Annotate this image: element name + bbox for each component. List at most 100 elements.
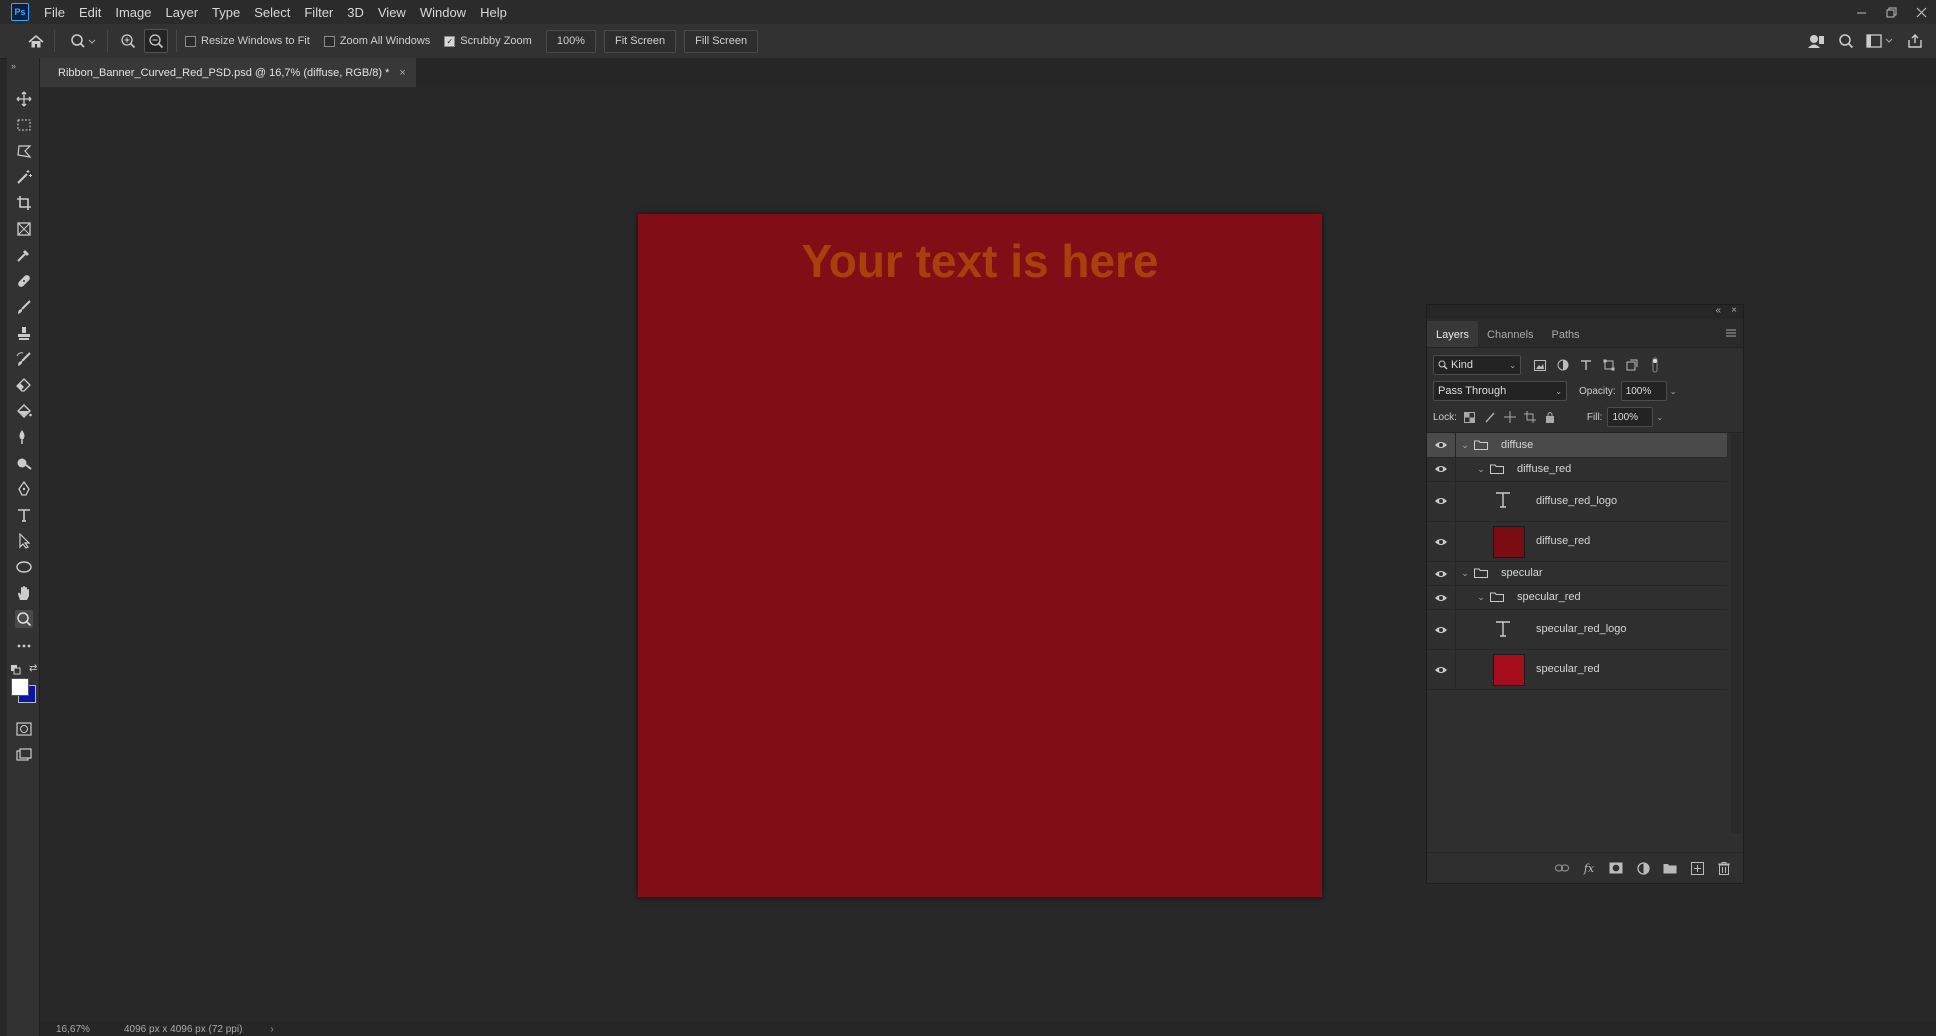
status-menu-icon[interactable]: › bbox=[270, 1024, 273, 1035]
chevron-down-icon[interactable]: ⌄ bbox=[1460, 568, 1470, 578]
delete-layer-icon[interactable] bbox=[1716, 860, 1732, 876]
share-icon[interactable] bbox=[1904, 33, 1926, 49]
link-layers-icon[interactable] bbox=[1554, 860, 1570, 876]
healing-brush-tool-icon[interactable] bbox=[15, 272, 33, 290]
layer-row-specular-red-logo[interactable]: specular_red_logo bbox=[1427, 609, 1727, 650]
zoom-all-windows-checkbox[interactable]: Zoom All Windows bbox=[323, 35, 430, 47]
visibility-eye-icon[interactable] bbox=[1433, 494, 1449, 508]
layer-row-specular-red-group[interactable]: ⌄ specular_red bbox=[1427, 585, 1727, 610]
filter-kind-dropdown[interactable]: Kind ⌄ bbox=[1433, 355, 1521, 375]
layer-list-scrollbar[interactable] bbox=[1731, 433, 1741, 833]
visibility-eye-icon[interactable] bbox=[1433, 567, 1449, 581]
swap-colors-icon[interactable]: ⇄ bbox=[29, 663, 37, 674]
brush-tool-icon[interactable] bbox=[15, 298, 33, 316]
eraser-tool-icon[interactable] bbox=[15, 376, 33, 394]
menu-filter[interactable]: Filter bbox=[297, 5, 340, 20]
visibility-eye-icon[interactable] bbox=[1433, 591, 1449, 605]
zoom-out-icon[interactable] bbox=[144, 29, 168, 53]
adjustment-layer-icon[interactable] bbox=[1635, 860, 1651, 876]
menu-image[interactable]: Image bbox=[108, 5, 158, 20]
filter-toggle-icon[interactable] bbox=[1648, 357, 1662, 373]
layer-row-diffuse-red-logo[interactable]: diffuse_red_logo bbox=[1427, 481, 1727, 522]
magic-wand-tool-icon[interactable] bbox=[15, 168, 33, 186]
filter-adjustment-icon[interactable] bbox=[1556, 358, 1570, 372]
filter-type-icon[interactable] bbox=[1579, 358, 1593, 372]
tab-channels[interactable]: Channels bbox=[1478, 329, 1542, 347]
menu-3d[interactable]: 3D bbox=[340, 5, 371, 20]
add-mask-icon[interactable] bbox=[1608, 860, 1624, 876]
lock-position-icon[interactable] bbox=[1503, 410, 1517, 424]
visibility-eye-icon[interactable] bbox=[1433, 462, 1449, 476]
menu-select[interactable]: Select bbox=[247, 5, 297, 20]
more-tools-icon[interactable] bbox=[15, 636, 33, 654]
clone-stamp-tool-icon[interactable] bbox=[15, 324, 33, 342]
collapse-toolbar-icon[interactable]: » bbox=[11, 61, 16, 71]
eyedropper-tool-icon[interactable] bbox=[15, 246, 33, 264]
minimize-icon[interactable] bbox=[1846, 0, 1876, 24]
fill-field[interactable]: 100% bbox=[1607, 407, 1654, 427]
paint-bucket-tool-icon[interactable] bbox=[15, 402, 33, 420]
visibility-eye-icon[interactable] bbox=[1433, 438, 1449, 452]
resize-windows-checkbox[interactable]: Resize Windows to Fit bbox=[185, 35, 310, 47]
opacity-chevron-icon[interactable]: ⌄ bbox=[1670, 387, 1677, 396]
menu-file[interactable]: File bbox=[37, 5, 72, 20]
chevron-down-icon[interactable]: ⌄ bbox=[1460, 440, 1470, 450]
layer-row-specular[interactable]: ⌄ specular bbox=[1427, 561, 1727, 586]
lasso-tool-icon[interactable] bbox=[15, 142, 33, 160]
visibility-eye-icon[interactable] bbox=[1433, 623, 1449, 637]
foreground-color-swatch[interactable] bbox=[11, 678, 29, 696]
menu-layer[interactable]: Layer bbox=[159, 5, 206, 20]
fill-chevron-icon[interactable]: ⌄ bbox=[1656, 413, 1663, 422]
tab-paths[interactable]: Paths bbox=[1543, 329, 1589, 347]
quick-mask-icon[interactable] bbox=[15, 720, 33, 738]
lock-all-icon[interactable] bbox=[1543, 410, 1557, 424]
layer-row-specular-red[interactable]: specular_red bbox=[1427, 649, 1727, 690]
filter-smart-object-icon[interactable] bbox=[1625, 358, 1639, 372]
hand-tool-icon[interactable] bbox=[15, 584, 33, 602]
zoom-level[interactable]: 16,67% bbox=[56, 1024, 112, 1035]
pen-tool-icon[interactable] bbox=[15, 480, 33, 498]
history-brush-tool-icon[interactable] bbox=[15, 350, 33, 368]
blend-mode-dropdown[interactable]: Pass Through ⌄ bbox=[1433, 381, 1567, 401]
new-layer-icon[interactable] bbox=[1689, 860, 1705, 876]
close-document-icon[interactable]: × bbox=[399, 67, 405, 79]
zoom-tool-icon[interactable] bbox=[15, 610, 33, 628]
layer-row-diffuse[interactable]: ⌄ diffuse bbox=[1427, 433, 1727, 458]
menu-edit[interactable]: Edit bbox=[72, 5, 108, 20]
resize-windows-box[interactable] bbox=[185, 35, 196, 47]
menu-view[interactable]: View bbox=[371, 5, 413, 20]
menu-type[interactable]: Type bbox=[205, 5, 247, 20]
frame-tool-icon[interactable] bbox=[15, 220, 33, 238]
filter-pixel-icon[interactable] bbox=[1533, 358, 1547, 372]
new-group-icon[interactable] bbox=[1662, 860, 1678, 876]
chevron-down-icon[interactable]: ⌄ bbox=[1476, 464, 1486, 474]
chevron-down-icon[interactable]: ⌄ bbox=[1476, 592, 1486, 602]
fill-screen-button[interactable]: Fill Screen bbox=[684, 29, 759, 53]
lock-image-icon[interactable] bbox=[1483, 410, 1497, 424]
dodge-tool-icon[interactable] bbox=[15, 454, 33, 472]
close-window-icon[interactable] bbox=[1906, 0, 1936, 24]
workspace-icon[interactable] bbox=[1864, 34, 1898, 48]
tab-layers[interactable]: Layers bbox=[1427, 321, 1479, 347]
visibility-eye-icon[interactable] bbox=[1433, 535, 1449, 549]
screen-mode-icon[interactable] bbox=[15, 746, 33, 764]
filter-shape-icon[interactable] bbox=[1602, 358, 1616, 372]
document-canvas[interactable]: Your text is here bbox=[638, 214, 1322, 897]
visibility-eye-icon[interactable] bbox=[1433, 663, 1449, 677]
zoom-tool-preset-icon[interactable] bbox=[69, 33, 99, 49]
lock-transparent-icon[interactable] bbox=[1463, 410, 1477, 424]
collapse-panel-icon[interactable]: « bbox=[1715, 305, 1721, 316]
zoom-all-windows-box[interactable] bbox=[323, 35, 335, 47]
move-tool-icon[interactable] bbox=[15, 90, 33, 108]
search-icon[interactable] bbox=[1834, 33, 1858, 49]
type-tool-icon[interactable] bbox=[15, 506, 33, 524]
layer-row-diffuse-red-group[interactable]: ⌄ diffuse_red bbox=[1427, 457, 1727, 482]
panel-menu-icon[interactable] bbox=[1725, 327, 1737, 341]
opacity-field[interactable]: 100% bbox=[1620, 381, 1667, 401]
blur-tool-icon[interactable] bbox=[15, 428, 33, 446]
document-tab[interactable]: Ribbon_Banner_Curved_Red_PSD.psd @ 16,7%… bbox=[40, 58, 416, 87]
restore-icon[interactable] bbox=[1876, 0, 1906, 24]
learn-icon[interactable] bbox=[1804, 33, 1828, 49]
path-selection-tool-icon[interactable] bbox=[15, 532, 33, 550]
marquee-tool-icon[interactable] bbox=[15, 116, 33, 134]
